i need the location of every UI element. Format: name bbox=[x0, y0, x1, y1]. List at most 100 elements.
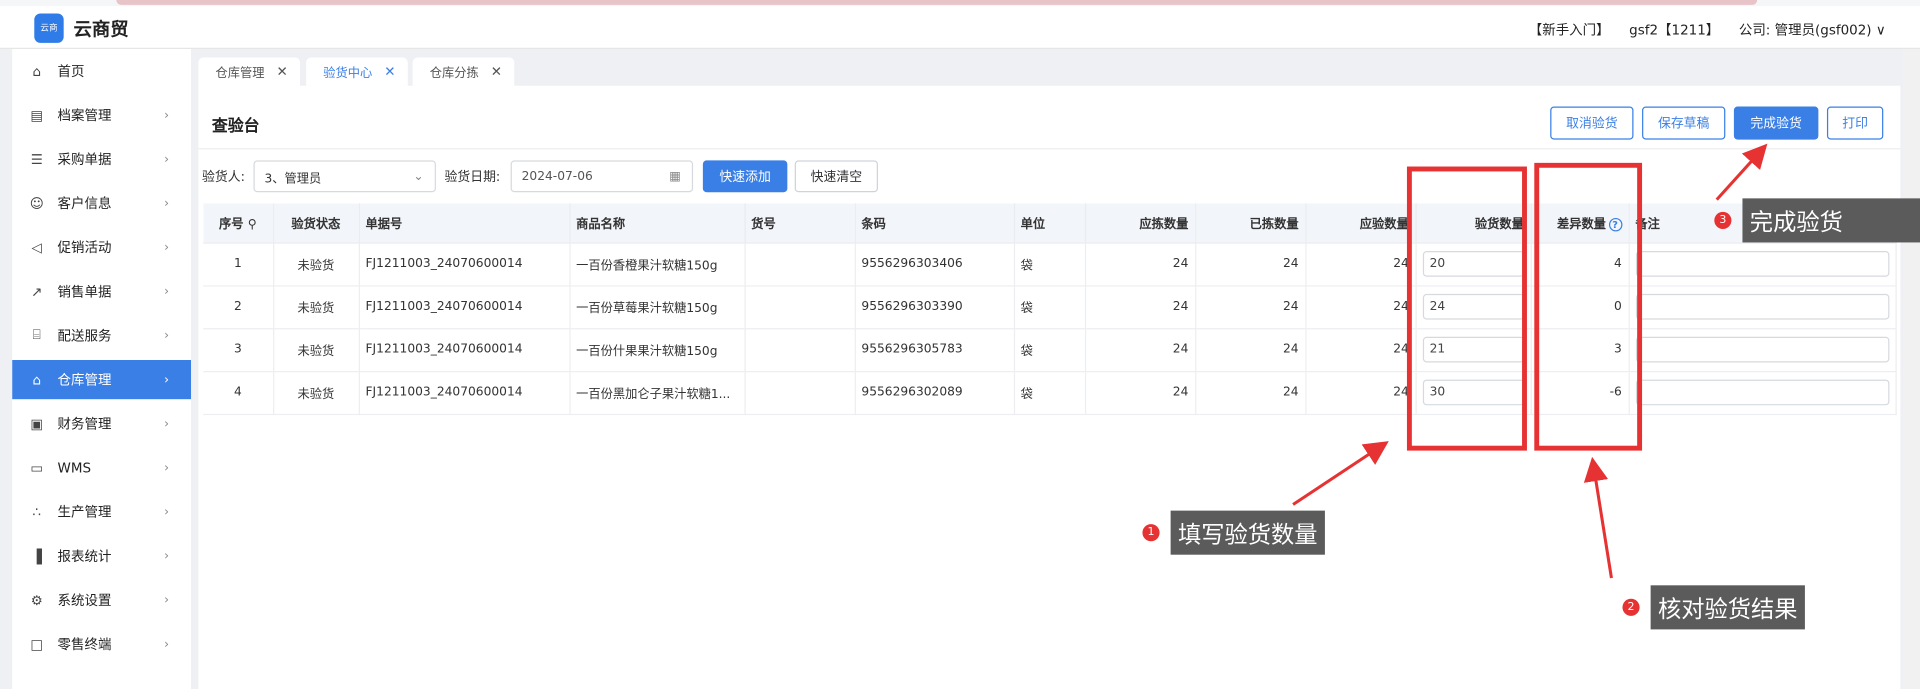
annotation-3-callout: 完成验货 bbox=[1742, 198, 1920, 243]
cell-diff: 3 bbox=[1530, 328, 1630, 372]
sidebar-item-5[interactable]: ◁ 促销活动 › bbox=[12, 228, 191, 267]
inspected-qty-input[interactable]: 20 bbox=[1422, 251, 1524, 277]
table-row: 4 未验货 FJ1211003_24070600014 一百份黑加仑子果汁软糖1...… bbox=[203, 371, 1897, 415]
sidebar-item-13[interactable]: ⚙ 系统设置 › bbox=[12, 580, 191, 619]
inspector-select[interactable]: 3、管理员 ⌄ bbox=[253, 160, 436, 193]
tab-bar: 仓库管理 ✕ 验货中心 ✕ 仓库分拣 ✕ bbox=[191, 48, 1920, 86]
sidebar-item-3[interactable]: ☰ 采购单据 › bbox=[12, 140, 191, 179]
sidebar-item-label: 系统设置 bbox=[57, 592, 112, 609]
close-icon[interactable]: ✕ bbox=[491, 64, 502, 80]
megaphone-icon: ◁ bbox=[31, 239, 42, 256]
cell-product: 一百份草莓果汁软糖150g bbox=[569, 285, 746, 329]
help-icon[interactable]: ? bbox=[1608, 217, 1622, 232]
inspected-qty-input[interactable]: 30 bbox=[1422, 379, 1524, 406]
sidebar: ⌂ 首页 ▤ 档案管理 › ☰ 采购单据 › ☺ 客户信息 › ◁ 促销活动 › ↗ 销售单据 › ⌸ 配送服务 › ⌂… bbox=[12, 48, 192, 689]
report-icon: ▐ bbox=[31, 547, 42, 564]
chevron-right-icon: › bbox=[164, 416, 169, 431]
close-icon[interactable]: ✕ bbox=[276, 64, 287, 80]
sidebar-item-9[interactable]: ▣ 财务管理 › bbox=[12, 404, 191, 443]
top-strip-bar bbox=[116, 0, 1758, 5]
tab-2[interactable]: 验货中心 ✕ bbox=[306, 57, 408, 86]
chevron-right-icon: › bbox=[164, 196, 169, 211]
annotation-3-badge: 3 bbox=[1714, 211, 1732, 229]
company-menu[interactable]: 公司: 管理员(gsf002) ∨ bbox=[1739, 20, 1886, 40]
sidebar-item-4[interactable]: ☺ 客户信息 › bbox=[12, 184, 191, 223]
cell-inspected: 21 bbox=[1415, 328, 1532, 372]
remark-input[interactable] bbox=[1635, 379, 1889, 406]
annotation-1-badge: 1 bbox=[1142, 524, 1160, 542]
cell-barcode: 9556296302089 bbox=[854, 371, 1015, 415]
inspect-date-label: 验货日期: bbox=[444, 170, 501, 185]
quick-clear-button[interactable]: 快速清空 bbox=[794, 160, 878, 193]
cell-inspected: 30 bbox=[1415, 371, 1532, 415]
cell-picked: 24 bbox=[1195, 242, 1306, 286]
sidebar-item-12[interactable]: ▐ 报表统计 › bbox=[12, 536, 191, 575]
col-diff-label: 差异数量 bbox=[1556, 218, 1606, 232]
cell-inspected: 24 bbox=[1415, 285, 1532, 329]
sidebar-item-10[interactable]: ▭ WMS › bbox=[12, 448, 191, 487]
cell-status: 未验货 bbox=[273, 242, 360, 286]
inspected-qty-input[interactable]: 21 bbox=[1422, 336, 1524, 363]
cell-index: 4 bbox=[203, 371, 274, 415]
new-user-guide-link[interactable]: 【新手入门】 bbox=[1529, 20, 1610, 40]
cell-remark bbox=[1628, 242, 1897, 286]
inspector-label: 验货人: bbox=[202, 170, 245, 185]
sidebar-item-6[interactable]: ↗ 销售单据 › bbox=[12, 272, 191, 311]
cell-item-no bbox=[744, 371, 856, 415]
tab-1[interactable]: 仓库管理 ✕ bbox=[198, 57, 301, 86]
wms-icon: ▭ bbox=[30, 459, 44, 476]
cell-picked: 24 bbox=[1195, 285, 1306, 329]
inspected-qty-input[interactable]: 24 bbox=[1422, 293, 1524, 320]
cancel-inspection-button[interactable]: 取消验货 bbox=[1550, 106, 1634, 140]
cell-index: 3 bbox=[203, 328, 274, 372]
cell-should-inspect: 24 bbox=[1305, 371, 1417, 415]
cell-picked: 24 bbox=[1195, 371, 1306, 415]
finance-icon: ▣ bbox=[30, 415, 44, 432]
header-right: 【新手入门】 gsf2【1211】 公司: 管理员(gsf002) ∨ bbox=[1529, 20, 1886, 40]
print-button[interactable]: 打印 bbox=[1826, 106, 1884, 140]
complete-inspection-button[interactable]: 完成验货 bbox=[1733, 106, 1819, 140]
sidebar-item-1[interactable]: ⌂ 首页 bbox=[12, 51, 191, 90]
cell-item-no bbox=[744, 328, 856, 372]
table-row: 2 未验货 FJ1211003_24070600014 一百份草莓果汁软糖150g 95… bbox=[203, 285, 1897, 329]
chevron-down-icon: ∨ bbox=[1875, 22, 1886, 38]
remark-input[interactable] bbox=[1635, 251, 1889, 277]
table-row: 3 未验货 FJ1211003_24070600014 一百份什果果汁软糖150g 95… bbox=[203, 328, 1897, 372]
col-index[interactable]: 序号 ⚲ bbox=[203, 203, 274, 244]
sidebar-item-7[interactable]: ⌸ 配送服务 › bbox=[12, 316, 191, 355]
production-icon: ∴ bbox=[32, 503, 42, 520]
window-scrollbar[interactable] bbox=[1902, 48, 1920, 689]
close-icon[interactable]: ✕ bbox=[384, 64, 395, 80]
cell-diff: 0 bbox=[1530, 285, 1630, 329]
col-unit: 单位 bbox=[1013, 203, 1086, 244]
save-draft-button[interactable]: 保存草稿 bbox=[1642, 106, 1726, 140]
sidebar-item-label: 零售终端 bbox=[57, 636, 112, 653]
cell-unit: 袋 bbox=[1013, 328, 1086, 372]
sidebar-item-2[interactable]: ▤ 档案管理 › bbox=[12, 96, 191, 135]
cell-product: 一百份什果果汁软糖150g bbox=[569, 328, 746, 372]
inspector-value: 3、管理员 bbox=[264, 172, 322, 186]
remark-input[interactable] bbox=[1635, 336, 1889, 363]
sidebar-item-14[interactable]: □ 零售终端 › bbox=[12, 624, 191, 663]
cell-barcode: 9556296303390 bbox=[854, 285, 1015, 329]
sidebar-item-8[interactable]: ⌂ 仓库管理 › bbox=[12, 360, 192, 400]
cell-diff: 4 bbox=[1530, 242, 1630, 286]
table-row: 1 未验货 FJ1211003_24070600014 一百份香橙果汁软糖150g 95… bbox=[203, 242, 1897, 286]
col-inspected: 验货数量 bbox=[1415, 203, 1532, 244]
chevron-right-icon: › bbox=[164, 284, 169, 299]
tab-3[interactable]: 仓库分拣 ✕ bbox=[412, 57, 515, 86]
remark-input[interactable] bbox=[1635, 293, 1889, 320]
cell-should-pick: 24 bbox=[1084, 371, 1196, 415]
inspect-date-input[interactable]: 2024-07-06 ▦ bbox=[510, 160, 694, 193]
chevron-right-icon: › bbox=[164, 505, 169, 519]
quick-add-button[interactable]: 快速添加 bbox=[702, 160, 788, 193]
inspection-table: 序号 ⚲ 验货状态 单据号 商品名称 货号 条码 单位 应拣数量 已拣数量 应验… bbox=[203, 203, 1897, 415]
sidebar-item-11[interactable]: ∴ 生产管理 › bbox=[12, 492, 191, 531]
current-user[interactable]: gsf2【1211】 bbox=[1629, 20, 1719, 40]
col-picked: 已拣数量 bbox=[1195, 203, 1306, 244]
wrench-icon[interactable]: ⚲ bbox=[248, 218, 257, 231]
table-body: 1 未验货 FJ1211003_24070600014 一百份香橙果汁软糖150g 95… bbox=[203, 242, 1897, 415]
cell-item-no bbox=[744, 285, 856, 329]
col-status: 验货状态 bbox=[273, 203, 360, 244]
cell-remark bbox=[1628, 285, 1897, 329]
